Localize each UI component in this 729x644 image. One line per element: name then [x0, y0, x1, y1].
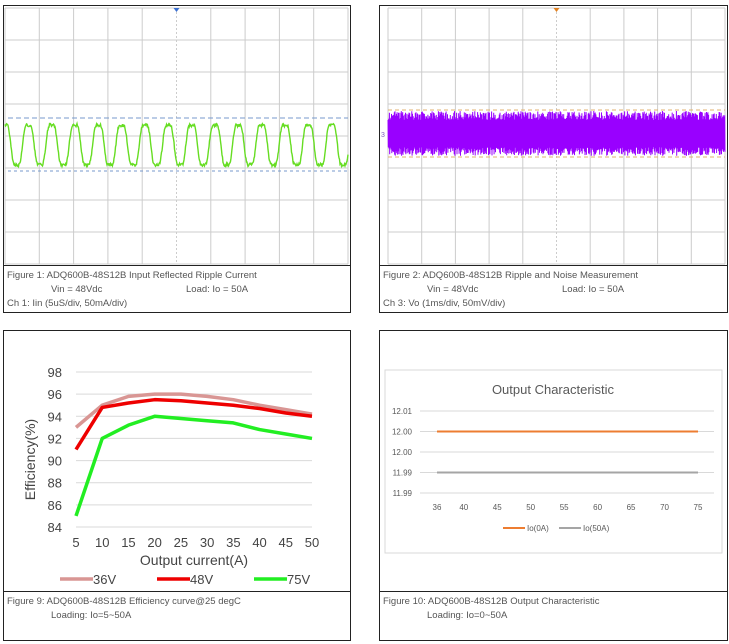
- y-tick-label: 86: [48, 498, 62, 513]
- figure-2-panel: 3 Figure 2: ADQ600B-48S12B Ripple and No…: [379, 5, 728, 313]
- legend-label-36V: 36V: [93, 572, 116, 587]
- output-characteristic-chart: Output Characteristic 12.01 12.00 12.00 11.9…: [380, 331, 726, 593]
- x-tick-label: 36: [433, 503, 442, 512]
- scope-ripple-noise: 3: [380, 6, 726, 266]
- chart-title: Output Characteristic: [492, 382, 615, 397]
- figure-2-caption: Figure 2: ADQ600B-48S12B Ripple and Nois…: [380, 265, 727, 312]
- y-tick-label: 92: [48, 431, 62, 446]
- y-tick-label: 90: [48, 454, 62, 469]
- x-tick-label: 20: [147, 535, 161, 550]
- x-tick-label: 75: [694, 503, 703, 512]
- x-tick-label: 25: [174, 535, 188, 550]
- figure-9-panel: 84 86 88 90 92 94 96 98 5 10 15 20 25 30 35 40 45 50 Outpu…: [3, 330, 351, 641]
- figure-9-loading: Loading: Io=5~50A: [7, 609, 347, 623]
- figure-1-load: Load: Io = 50A: [186, 283, 248, 297]
- figure-1-caption: Figure 1: ADQ600B-48S12B Input Reflected…: [4, 265, 350, 312]
- y-tick-label: 12.01: [392, 407, 413, 416]
- figure-9-title: Figure 9: ADQ600B-48S12B Efficiency curv…: [7, 595, 347, 609]
- y-tick-label: 84: [48, 520, 62, 535]
- y-tick-label: 11.99: [393, 489, 413, 498]
- x-tick-label: 70: [660, 503, 669, 512]
- figure-10-title: Figure 10: ADQ600B-48S12B Output Charact…: [383, 595, 724, 609]
- x-tick-label: 15: [121, 535, 135, 550]
- figure-2-channel: Ch 3: Vo (1ms/div, 50mV/div): [383, 297, 724, 311]
- y-tick-label: 12.00: [392, 428, 413, 437]
- figure-1-panel: Figure 1: ADQ600B-48S12B Input Reflected…: [3, 5, 351, 313]
- figure-10-loading: Loading: Io=0~50A: [383, 609, 724, 623]
- x-tick-label: 60: [593, 503, 602, 512]
- figure-1-channel: Ch 1: Iin (5uS/div, 50mA/div): [7, 297, 347, 311]
- x-axis-label: Output current(A): [140, 552, 248, 568]
- channel-marker-icon: 3: [381, 132, 385, 139]
- x-tick-label: 50: [526, 503, 535, 512]
- figure-10-panel: Output Characteristic 12.01 12.00 12.00 11.9…: [379, 330, 728, 641]
- y-tick-label: 94: [48, 409, 62, 424]
- legend-label-Io(0A): Io(0A): [527, 524, 549, 533]
- y-tick-label: 12.00: [392, 448, 413, 457]
- x-tick-label: 40: [252, 535, 266, 550]
- x-tick-label: 45: [493, 503, 502, 512]
- ripple-noise-trace: [388, 111, 725, 156]
- legend-label-48V: 48V: [190, 572, 213, 587]
- figure-1-vin: Vin = 48Vdc: [7, 284, 102, 295]
- x-tick-label: 40: [459, 503, 468, 512]
- x-tick-label: 45: [279, 535, 293, 550]
- figure-2-title: Figure 2: ADQ600B-48S12B Ripple and Nois…: [383, 269, 724, 283]
- x-tick-label: 5: [72, 535, 79, 550]
- legend-label-Io(50A): Io(50A): [583, 524, 610, 533]
- x-tick-label: 65: [627, 503, 636, 512]
- x-tick-label: 35: [226, 535, 240, 550]
- scope-ripple-current: [4, 6, 349, 266]
- efficiency-chart: 84 86 88 90 92 94 96 98 5 10 15 20 25 30 35 40 45 50 Outpu…: [4, 331, 349, 593]
- y-tick-label: 98: [48, 365, 62, 380]
- y-tick-label: 88: [48, 476, 62, 491]
- chart-area-border: [385, 370, 722, 553]
- y-tick-label: 11.99: [393, 469, 413, 478]
- x-tick-label: 50: [305, 535, 319, 550]
- figure-10-caption: Figure 10: ADQ600B-48S12B Output Charact…: [380, 591, 727, 640]
- y-tick-label: 96: [48, 387, 62, 402]
- figure-2-vin: Vin = 48Vdc: [383, 284, 478, 295]
- legend-label-75V: 75V: [287, 572, 310, 587]
- series-line-75V: [76, 416, 312, 516]
- trigger-marker-icon: [174, 8, 180, 12]
- figure-1-title: Figure 1: ADQ600B-48S12B Input Reflected…: [7, 269, 347, 283]
- x-tick-label: 10: [95, 535, 109, 550]
- figure-2-load: Load: Io = 50A: [562, 283, 624, 297]
- x-tick-label: 30: [200, 535, 214, 550]
- y-axis-label: Efficiency(%): [22, 419, 38, 500]
- figure-9-caption: Figure 9: ADQ600B-48S12B Efficiency curv…: [4, 591, 350, 640]
- x-tick-label: 55: [560, 503, 569, 512]
- trigger-marker-icon: [554, 8, 560, 12]
